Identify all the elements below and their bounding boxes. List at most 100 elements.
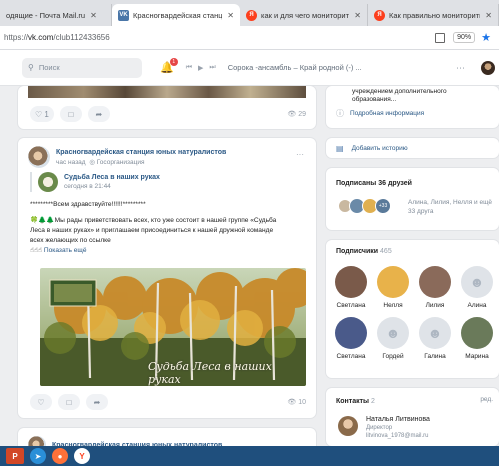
details-link[interactable]: Подробная информация: [350, 110, 424, 117]
close-icon[interactable]: ✕: [354, 11, 361, 20]
url-path: /club112433656: [53, 33, 110, 42]
zoom-level[interactable]: 90%: [453, 32, 476, 43]
user-avatar[interactable]: [481, 61, 495, 75]
tab-yandex-1[interactable]: Я как и для чего мониторить с ✕: [240, 4, 368, 26]
more-options-icon[interactable]: ···: [296, 150, 304, 159]
subscriber-avatar: [377, 266, 409, 298]
repost-group-avatar[interactable]: [38, 172, 58, 192]
url-host: vk.com: [28, 33, 54, 42]
subscriber-avatar: [419, 266, 451, 298]
subscriber-item[interactable]: Марина: [456, 317, 498, 360]
subscribers-title[interactable]: Подписчики 465: [336, 248, 392, 255]
subscriber-name: Лилия: [425, 302, 445, 309]
post-author[interactable]: Красногвардейская станция юных натуралис…: [56, 149, 226, 156]
post-text-line: *********Всем здравствуйте!!!!!!********…: [30, 201, 146, 208]
close-icon[interactable]: ✕: [227, 11, 234, 20]
url-field[interactable]: https://vk.com/club112433656: [0, 33, 435, 42]
reader-mode-icon[interactable]: [435, 32, 446, 43]
contact-role: Директор: [366, 425, 393, 431]
comment-button[interactable]: □: [58, 394, 80, 410]
contact-email[interactable]: litvinova_1978@mail.ru: [366, 432, 430, 440]
default-avatar-icon: ☻: [419, 317, 451, 349]
tab-label: одящие - Почта Mail.ru: [6, 10, 86, 20]
close-icon[interactable]: ✕: [485, 11, 492, 20]
bookmark-star-icon[interactable]: ★: [481, 31, 491, 44]
friends-card: Подписаны 36 друзей +33 Алина, Лилия, Не…: [326, 168, 499, 230]
share-icon: ➦: [95, 109, 103, 119]
url-scheme: https://: [4, 33, 29, 42]
contact-avatar[interactable]: [338, 416, 358, 436]
tab-label: Красногвардейская станци: [133, 10, 223, 20]
play-icon[interactable]: ▶: [198, 64, 203, 72]
tab-label: Как правильно мониторить с: [389, 10, 481, 20]
default-avatar-icon: ☻: [461, 266, 493, 298]
post-header: Красногвардейская станция юных натуралис…: [28, 146, 226, 168]
default-avatar-icon: ☻: [377, 317, 409, 349]
view-count: 👁 29: [287, 111, 306, 118]
story-icon: ▤: [336, 144, 344, 153]
subscriber-name: Нелля: [383, 302, 403, 309]
show-more-link[interactable]: Показать ещё: [44, 247, 87, 254]
prev-track-icon[interactable]: ⏮: [186, 64, 192, 72]
info-icon: ⓘ: [336, 109, 344, 118]
subscribers-count: 465: [380, 248, 392, 255]
subscriber-item[interactable]: Светлана: [330, 317, 372, 360]
previous-post-card: ♡ 1 □ ➦ 👁 29: [18, 86, 316, 129]
notifications-bell-icon[interactable]: 🔔 1: [160, 58, 178, 74]
contacts-edit-link[interactable]: ред.: [480, 396, 493, 403]
post-actions: ♡ 1 □ ➦: [30, 106, 110, 122]
subscriber-item[interactable]: Нелля: [372, 266, 414, 309]
views-value: 29: [298, 111, 306, 118]
post-text: *********Всем здравствуйте!!!!!!********…: [30, 200, 310, 256]
search-input[interactable]: ⚲ Поиск: [22, 57, 142, 78]
post-time[interactable]: час назад: [56, 159, 86, 166]
like-button[interactable]: ♡: [30, 394, 52, 410]
now-playing-track[interactable]: Сорока -ансамбль – Край родной (-) ...: [228, 63, 362, 72]
powerpoint-icon[interactable]: P: [6, 448, 24, 464]
close-icon[interactable]: ✕: [90, 11, 97, 20]
tab-yandex-2[interactable]: Я Как правильно мониторить с ✕: [368, 4, 499, 26]
like-count: 1: [44, 109, 49, 119]
subscriber-item[interactable]: Лилия: [414, 266, 456, 309]
repost-author[interactable]: Судьба Леса в наших руках: [64, 174, 160, 181]
globe-icon: ◎: [89, 158, 95, 166]
friends-title[interactable]: Подписаны 36 друзей: [336, 180, 412, 187]
friends-count: 33 друга: [408, 208, 434, 215]
view-count: 👁 10: [287, 399, 306, 406]
yandex-browser-icon[interactable]: Y: [74, 448, 90, 464]
vk-favicon-icon: VK: [118, 9, 129, 21]
photo-caption: Судьба Леса в наших руках: [148, 360, 272, 386]
contacts-title[interactable]: Контакты 2: [336, 398, 375, 405]
subscriber-item[interactable]: ☻ Галина: [414, 317, 456, 360]
add-story-card[interactable]: ▤ Добавить историю: [326, 138, 499, 158]
post-text-line: 🍀🌲🌲Мы рады приветствовать всех, кто уже …: [30, 217, 277, 224]
share-button[interactable]: ➦: [86, 394, 108, 410]
apps-grid-icon[interactable]: ⋯: [456, 63, 465, 74]
add-story-link[interactable]: Добавить историю: [352, 145, 408, 152]
subscriber-avatar: [461, 317, 493, 349]
firefox-icon[interactable]: ●: [52, 448, 68, 464]
subscribers-card: Подписчики 465 Светлана Нелля Лилия ☻ Алина С…: [326, 240, 499, 378]
repost-block: Судьба Леса в наших руках сегодня в 21:4…: [30, 172, 306, 192]
subscriber-item[interactable]: Светлана: [330, 266, 372, 309]
post-photo[interactable]: Судьба Леса в наших руках: [40, 268, 306, 386]
comment-button[interactable]: □: [59, 106, 82, 122]
contact-name[interactable]: Наталья Литвинова: [366, 416, 430, 424]
repost-time[interactable]: сегодня в 21:44: [64, 183, 160, 190]
telegram-icon[interactable]: ➤: [30, 448, 46, 464]
subscriber-item[interactable]: ☻ Гордей: [372, 317, 414, 360]
address-bar: https://vk.com/club112433656 90% ★: [0, 26, 499, 50]
post-privacy: Госорганизация: [96, 158, 145, 166]
friends-avatars[interactable]: +33: [338, 198, 391, 214]
subscriber-item[interactable]: ☻ Алина: [456, 266, 498, 309]
share-button[interactable]: ➦: [87, 106, 110, 122]
tab-mail[interactable]: одящие - Почта Mail.ru ✕: [0, 4, 112, 26]
like-button[interactable]: ♡ 1: [30, 106, 54, 122]
subscribers-label: Подписчики: [336, 248, 379, 255]
tab-vk[interactable]: VK Красногвардейская станци ✕: [112, 4, 240, 26]
post-text-line: всех желающих по ссылке: [30, 237, 111, 244]
group-avatar[interactable]: [28, 146, 50, 168]
next-track-icon[interactable]: ⏭: [209, 64, 215, 72]
subscriber-name: Алина: [467, 302, 487, 309]
heart-icon: ♡: [37, 397, 45, 407]
